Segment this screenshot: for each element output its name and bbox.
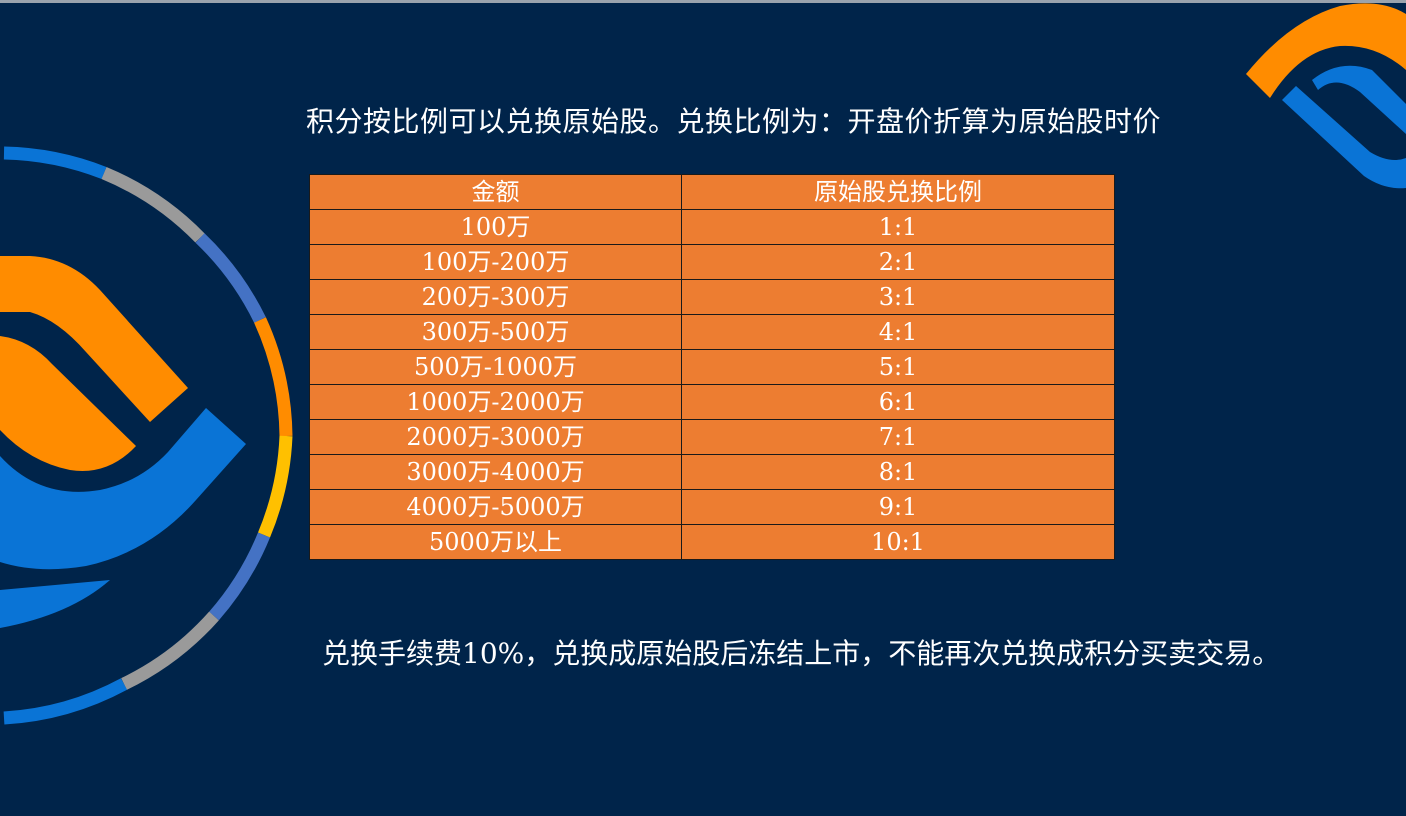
- column-header-amount: 金额: [309, 174, 682, 210]
- amount-cell: 100万-200万: [309, 244, 682, 280]
- ratio-cell: 3:1: [681, 279, 1115, 315]
- ratio-cell: 10:1: [681, 524, 1115, 560]
- amount-cell: 300万-500万: [309, 314, 682, 350]
- table-row: 100万-200万 2:1: [309, 244, 1115, 280]
- ratio-cell: 7:1: [681, 419, 1115, 455]
- right-logo-blue-band: [1282, 65, 1406, 189]
- ring-segment-slate-top: [195, 233, 266, 323]
- amount-cell: 4000万-5000万: [309, 489, 682, 525]
- amount-cell: 100万: [309, 209, 682, 245]
- ratio-cell: 4:1: [681, 314, 1115, 350]
- exchange-ratio-table: 金额 原始股兑换比例 100万 1:1 100万-200万 2:1 200万-300…: [309, 174, 1115, 560]
- fee-note: 兑换手续费10%，兑换成原始股后冻结上市，不能再次兑换成积分买卖交易。: [322, 637, 1281, 670]
- amount-cell: 3000万-4000万: [309, 454, 682, 490]
- table-header-row: 金额 原始股兑换比例: [309, 174, 1115, 210]
- amount-cell: 200万-300万: [309, 279, 682, 315]
- ring-segment-yellow: [257, 435, 293, 538]
- ring-segment-slate-bottom: [209, 532, 271, 621]
- amount-cell: 2000万-3000万: [309, 419, 682, 455]
- ring-segment-orange: [254, 317, 293, 437]
- ring-segment-gray-top: [101, 166, 205, 243]
- table-row: 100万 1:1: [309, 209, 1115, 245]
- table-row: 200万-300万 3:1: [309, 279, 1115, 315]
- amount-cell: 1000万-2000万: [309, 384, 682, 420]
- ratio-cell: 2:1: [681, 244, 1115, 280]
- ratio-cell: 8:1: [681, 454, 1115, 490]
- table-row: 300万-500万 4:1: [309, 314, 1115, 350]
- ring-segment-gray-bottom: [121, 611, 219, 690]
- ratio-cell: 1:1: [681, 209, 1115, 245]
- amount-cell: 500万-1000万: [309, 349, 682, 385]
- table-row: 2000万-3000万 7:1: [309, 419, 1115, 455]
- table-row: 500万-1000万 5:1: [309, 349, 1115, 385]
- left-logo-blue-lower: [0, 580, 110, 628]
- page-heading: 积分按比例可以兑换原始股。兑换比例为：开盘价折算为原始股时价: [306, 105, 1162, 138]
- table-row: 1000万-2000万 6:1: [309, 384, 1115, 420]
- ratio-cell: 6:1: [681, 384, 1115, 420]
- table-row: 5000万以上 10:1: [309, 524, 1115, 560]
- ring-segment-blue-top: [3, 146, 107, 180]
- left-logo-orange-swoosh: [0, 256, 188, 471]
- ratio-cell: 9:1: [681, 489, 1115, 525]
- ratio-cell: 5:1: [681, 349, 1115, 385]
- column-header-ratio: 原始股兑换比例: [681, 174, 1115, 210]
- table-row: 4000万-5000万 9:1: [309, 489, 1115, 525]
- table-row: 3000万-4000万 8:1: [309, 454, 1115, 490]
- ring-segment-blue-bottom: [3, 678, 128, 725]
- amount-cell: 5000万以上: [309, 524, 682, 560]
